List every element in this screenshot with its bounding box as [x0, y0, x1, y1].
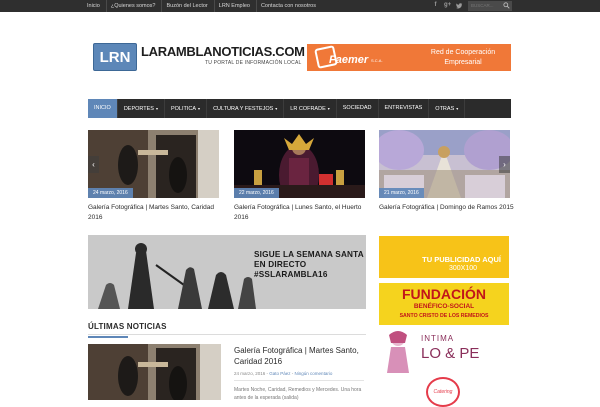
- ad2-line2: BENÉFICO-SOCIAL: [413, 303, 475, 310]
- ad3-line2: LO & PE: [421, 345, 480, 362]
- nav-label: SOCIEDAD: [342, 105, 372, 111]
- faemer-brand-sub: S.C.A.: [371, 58, 383, 63]
- faemer-banner[interactable]: Faemer S.C.A. Red de Cooperación Empresa…: [307, 44, 511, 71]
- slider-next-button[interactable]: ›: [499, 156, 510, 173]
- ad2-line1: FUNDACIÓN: [402, 286, 486, 302]
- site-logo[interactable]: LRN LARAMBLANOTICIAS.COM TU PORTAL DE IN…: [93, 43, 305, 73]
- section-accent: [88, 336, 128, 338]
- caret-down-icon: ▾: [155, 106, 158, 111]
- caret-down-icon: ▾: [327, 106, 330, 111]
- slide-2-title[interactable]: Galería Fotográfica | Lunes Santo, el Hu…: [234, 203, 374, 223]
- slide-3[interactable]: 21 marzo, 2016: [379, 130, 510, 198]
- nav-label: OTRAS: [435, 106, 455, 112]
- ad4-line1: Catering: [433, 389, 453, 395]
- nav-item-cultura[interactable]: CULTURA Y FESTEJOS ▾: [207, 99, 285, 118]
- logo-tagline: TU PORTAL DE INFORMACIÓN LOCAL: [205, 60, 302, 66]
- nav-item-politica[interactable]: POLITICA ▾: [165, 99, 208, 118]
- news-comments[interactable]: Ningún comentario: [295, 371, 333, 376]
- top-link-inicio[interactable]: Inicio: [87, 0, 107, 12]
- slide-3-title[interactable]: Galería Fotográfica | Domingo de Ramos 2…: [379, 203, 519, 213]
- logo-badge: LRN: [93, 43, 137, 71]
- nav-label: CULTURA Y FESTEJOS: [213, 106, 274, 112]
- news-author[interactable]: Gato Páez: [269, 371, 290, 376]
- slide-date: 24 marzo, 2016: [88, 188, 133, 198]
- live-banner-text: SIGUE LA SEMANA SANTA EN DIRECTO #SSLARA…: [254, 250, 364, 280]
- social-icons: f g+: [432, 2, 463, 9]
- news-thumbnail-photo: [88, 344, 221, 400]
- top-links: Inicio ¿Quienes somos? Buzón del Lector …: [87, 0, 326, 12]
- news-thumbnail[interactable]: [88, 344, 221, 400]
- section-title-latest: ÚLTIMAS NOTICIAS: [88, 322, 167, 331]
- faemer-brand: Faemer: [329, 54, 369, 66]
- caret-down-icon: ▾: [456, 106, 459, 111]
- google-plus-icon[interactable]: g+: [444, 2, 451, 9]
- ad-catering[interactable]: Catering: [426, 377, 460, 407]
- nav-item-lr-cofrade[interactable]: LR COFRADE ▾: [284, 99, 337, 118]
- slide-1-title[interactable]: Galería Fotográfica | Martes Santo, Cari…: [88, 203, 228, 223]
- top-link-quienes-somos[interactable]: ¿Quienes somos?: [111, 0, 163, 12]
- nav-item-sociedad[interactable]: SOCIEDAD: [337, 99, 379, 118]
- live-banner-line2: EN DIRECTO: [254, 260, 307, 269]
- faemer-slogan: Red de Cooperación Empresarial: [415, 48, 511, 68]
- nav-item-inicio[interactable]: INICIO: [88, 99, 118, 118]
- slide-2[interactable]: 22 marzo, 2016: [234, 130, 365, 198]
- twitter-icon[interactable]: [456, 2, 463, 9]
- slider-prev-button[interactable]: ‹: [88, 156, 99, 173]
- section-divider: [88, 334, 366, 335]
- live-banner-line1: SIGUE LA SEMANA SANTA: [254, 250, 364, 259]
- nav-item-deportes[interactable]: DEPORTES ▾: [118, 99, 165, 118]
- faemer-slogan-line2: Empresarial: [444, 59, 482, 66]
- caret-down-icon: ▾: [275, 106, 278, 111]
- top-link-empleo[interactable]: LRN Empleo: [219, 0, 257, 12]
- live-banner[interactable]: SIGUE LA SEMANA SANTA EN DIRECTO #SSLARA…: [88, 235, 366, 309]
- slide-date: 22 marzo, 2016: [234, 188, 279, 198]
- faemer-slogan-line1: Red de Cooperación: [430, 49, 496, 56]
- nav-label: DEPORTES: [123, 106, 154, 112]
- ad3-line1: INTIMA: [421, 334, 455, 343]
- top-link-contacto[interactable]: Contacta con nosotros: [261, 0, 322, 12]
- ad3-figure: [387, 331, 409, 373]
- facebook-icon[interactable]: f: [432, 2, 439, 9]
- news-title[interactable]: Galería Fotográfica | Martes Santo, Cari…: [234, 345, 364, 367]
- logo-name: LARAMBLANOTICIAS.COM: [141, 44, 305, 59]
- search-icon[interactable]: [503, 2, 510, 9]
- ad2-line3: SANTO CRISTO DE LOS REMEDIOS: [399, 313, 489, 319]
- ad-tu-publicidad[interactable]: TU PUBLICIDAD AQUÍ 300X100: [379, 236, 509, 278]
- top-link-buzon[interactable]: Buzón del Lector: [166, 0, 215, 12]
- nav-item-otras[interactable]: OTRAS ▾: [429, 99, 466, 118]
- news-meta: 24 marzo, 2016 - Gato Páez - Ningún come…: [234, 371, 333, 376]
- ad-intima[interactable]: INTIMA LO & PE: [379, 329, 509, 373]
- ad1-line1: TU PUBLICIDAD AQUÍ: [422, 255, 501, 264]
- live-banner-line3: #SSLARAMBLA16: [254, 270, 328, 279]
- top-bar: Inicio ¿Quienes somos? Buzón del Lector …: [0, 0, 600, 12]
- main-nav: INICIO DEPORTES ▾ POLITICA ▾ CULTURA Y FES…: [88, 99, 511, 118]
- slide-1[interactable]: 24 marzo, 2016: [88, 130, 219, 198]
- caret-down-icon: ▾: [198, 106, 201, 111]
- nav-label: INICIO: [94, 105, 111, 111]
- nav-label: LR COFRADE: [290, 106, 326, 112]
- news-date: 24 marzo, 2016: [234, 371, 266, 376]
- nav-label: POLITICA: [170, 106, 197, 112]
- ad-fundacion[interactable]: FUNDACIÓN BENÉFICO-SOCIAL SANTO CRISTO D…: [379, 283, 509, 325]
- nav-label: ENTREVISTAS: [384, 105, 423, 111]
- nav-item-entrevistas[interactable]: ENTREVISTAS: [379, 99, 430, 118]
- slide-date: 21 marzo, 2016: [379, 188, 424, 198]
- ad1-line2: 300X100: [448, 265, 477, 272]
- news-divider: [234, 380, 364, 381]
